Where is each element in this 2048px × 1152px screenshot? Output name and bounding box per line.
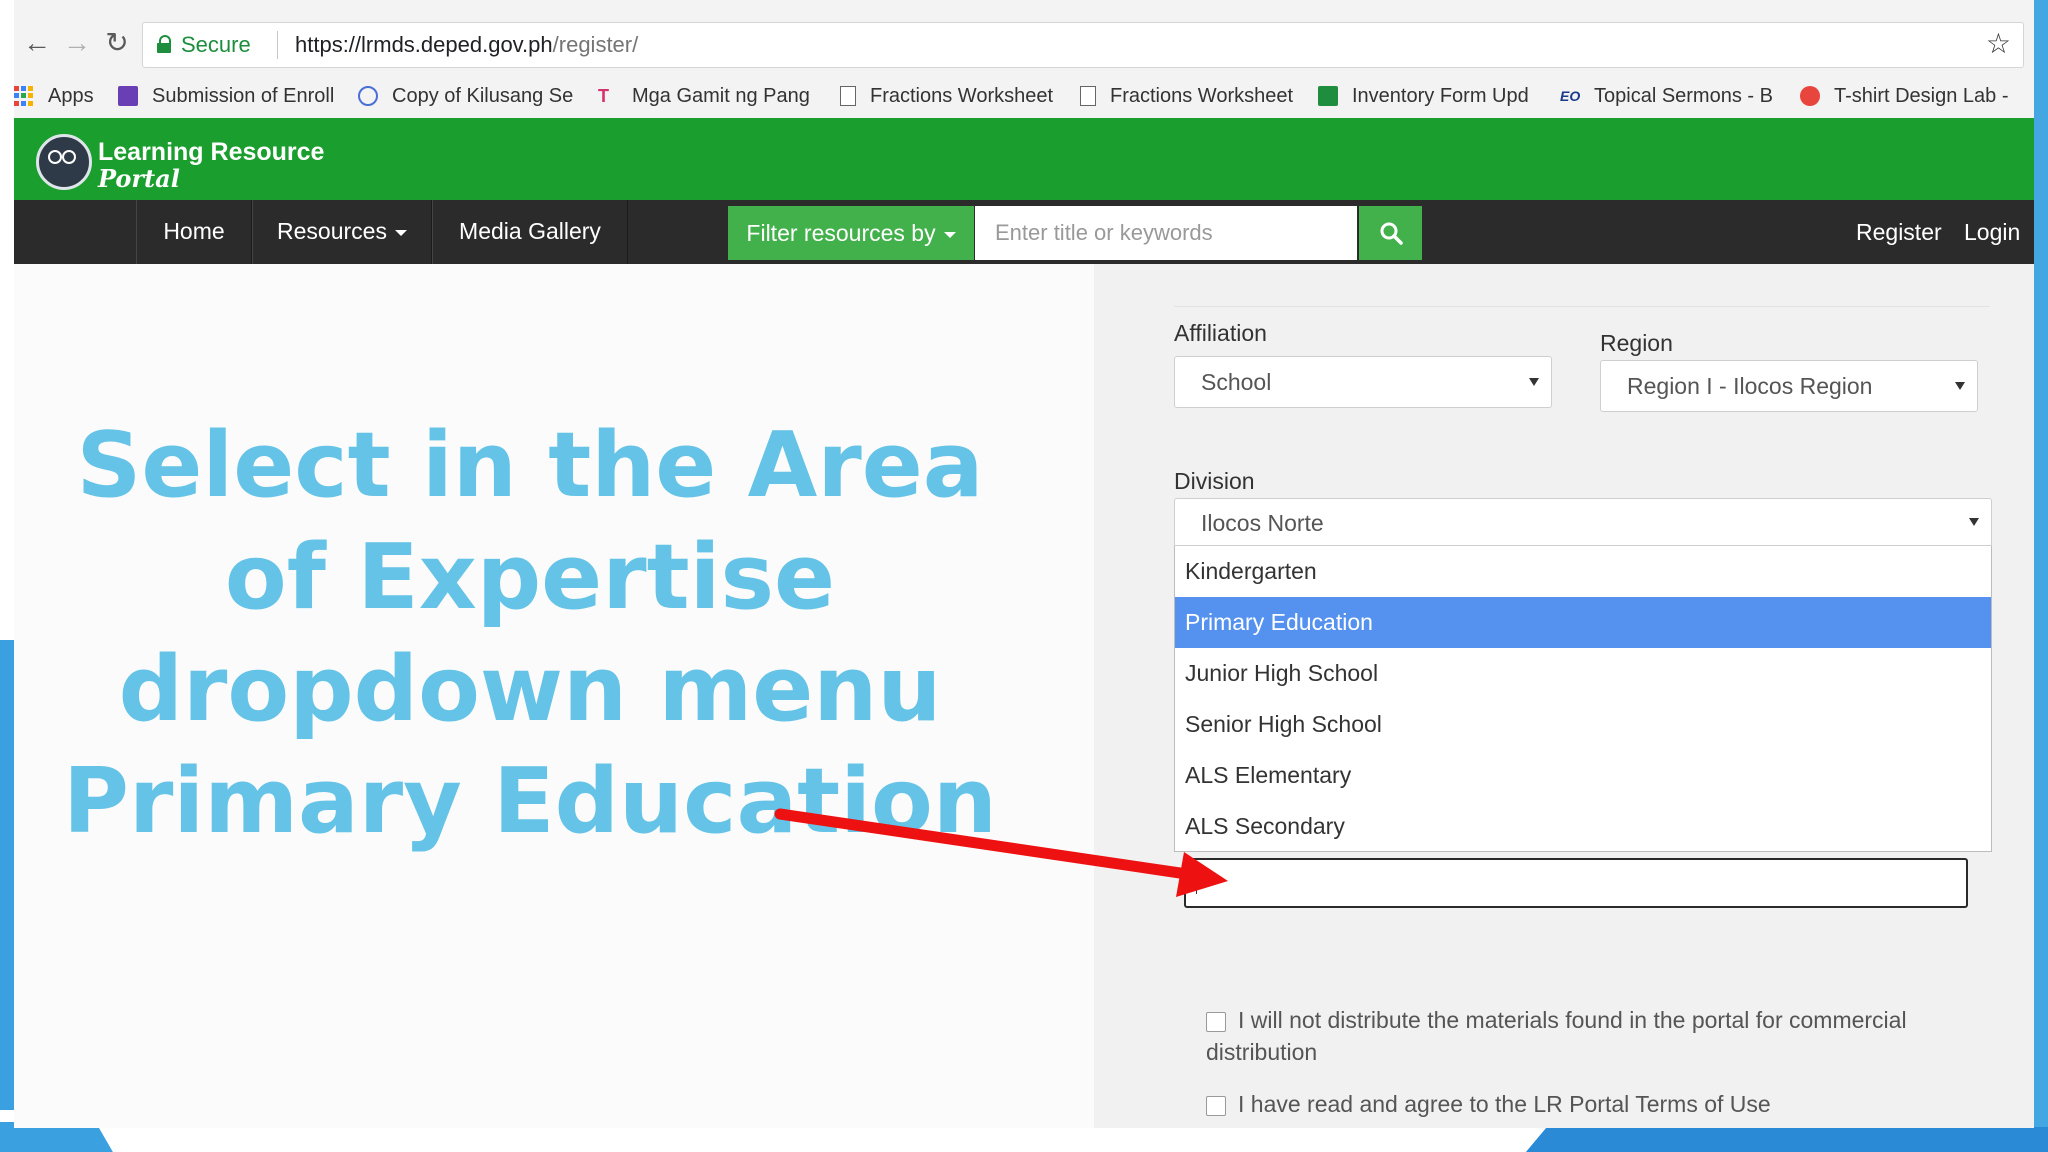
lock-icon — [157, 35, 171, 53]
omnibox-divider — [277, 31, 278, 59]
division-select[interactable]: Ilocos Norte — [1174, 498, 1992, 546]
bookmark-item[interactable]: EO Topical Sermons - B — [1560, 78, 1773, 114]
search-input[interactable] — [975, 206, 1357, 260]
filter-label: Filter resources by — [746, 220, 936, 246]
url-host: https://lrmds.deped.gov.ph — [295, 32, 553, 57]
eo-icon: EO — [1560, 88, 1581, 104]
bookmark-item[interactable]: T Mga Gamit ng Pang — [598, 78, 810, 114]
nav-resources[interactable]: Resources — [252, 200, 432, 264]
bookmark-label: Topical Sermons - B — [1594, 84, 1773, 107]
dropdown-option-als-secondary[interactable]: ALS Secondary — [1175, 801, 1991, 852]
affiliation-value: School — [1201, 369, 1272, 395]
bookmark-label: Mga Gamit ng Pang — [632, 84, 810, 107]
apps-grid-icon — [14, 86, 34, 106]
region-value: Region I - Ilocos Region — [1627, 373, 1873, 399]
nav-resources-label: Resources — [277, 218, 387, 244]
login-link[interactable]: Login — [1964, 200, 2020, 264]
address-bar[interactable]: Secure https://lrmds.deped.gov.ph/regist… — [142, 22, 2024, 68]
bookmark-item[interactable]: Fractions Worksheet — [840, 78, 1053, 114]
instruction-callout: Select in the Area of Expertise dropdown… — [63, 413, 997, 854]
page-icon — [840, 86, 856, 106]
nav-media-gallery-label: Media Gallery — [459, 218, 601, 244]
dropdown-search-field[interactable] — [1184, 858, 1968, 908]
terms-of-use-checkbox[interactable] — [1206, 1096, 1226, 1116]
dropdown-option-senior-high-school[interactable]: Senior High School — [1175, 699, 1991, 750]
terms-of-use-text: I have read and agree to the LR Portal T… — [1238, 1091, 1771, 1117]
bookmark-star-icon[interactable]: ☆ — [1986, 27, 2011, 60]
text-cursor — [1196, 874, 1197, 894]
caret-down-icon — [943, 231, 956, 238]
page-icon — [1080, 86, 1096, 106]
affiliation-select[interactable]: School — [1174, 356, 1552, 408]
division-label: Division — [1174, 468, 1255, 494]
secure-label: Secure — [181, 32, 251, 57]
site-header: Learning Resource Portal — [14, 118, 2034, 200]
search-button[interactable] — [1359, 206, 1422, 260]
search-icon — [1380, 222, 1403, 245]
region-label: Region — [1600, 330, 1673, 356]
nav-media-gallery[interactable]: Media Gallery — [432, 200, 628, 264]
dropdown-option-junior-high-school[interactable]: Junior High School — [1175, 648, 1991, 699]
bookmark-label: Fractions Worksheet — [870, 84, 1054, 107]
nav-home[interactable]: Home — [136, 200, 252, 264]
dropdown-option-kindergarten[interactable]: Kindergarten — [1175, 546, 1991, 597]
slide-frame: ← → ↻ Secure https://lrmds.deped.gov.ph/… — [0, 0, 2048, 1152]
glasses-icon — [48, 148, 76, 168]
nav-home-label: Home — [163, 218, 225, 244]
bookmark-item[interactable]: Inventory Form Upd — [1318, 78, 1529, 114]
commercial-distribution-text: I will not distribute the materials foun… — [1206, 1007, 1907, 1065]
main-navigation: Home Resources Media Gallery Filter reso… — [14, 200, 2034, 264]
form-divider — [1174, 306, 1990, 307]
reload-icon[interactable]: ↻ — [102, 28, 132, 58]
sheets-icon — [1318, 86, 1338, 106]
slide-decoration — [1509, 1127, 2048, 1152]
caret-down-icon — [394, 229, 407, 236]
division-value: Ilocos Norte — [1201, 510, 1324, 536]
forms-icon — [118, 86, 138, 106]
bookmark-label: Copy of Kilusang Se — [392, 84, 574, 107]
bookmark-apps[interactable]: Apps — [14, 78, 94, 114]
bookmark-label: Apps — [48, 84, 94, 107]
bookmark-item[interactable]: Fractions Worksheet — [1080, 78, 1293, 114]
register-link[interactable]: Register — [1856, 200, 1942, 264]
select-caret-icon — [1955, 382, 1965, 390]
bookmark-item[interactable]: Copy of Kilusang Se — [358, 78, 573, 114]
region-select[interactable]: Region I - Ilocos Region — [1600, 360, 1978, 412]
bookmark-label: Fractions Worksheet — [1110, 84, 1294, 107]
dropdown-option-als-elementary[interactable]: ALS Elementary — [1175, 750, 1991, 801]
bookmark-item[interactable]: T-shirt Design Lab - — [1800, 78, 2009, 114]
filter-resources-button[interactable]: Filter resources by — [728, 206, 974, 260]
tl-icon: T — [598, 86, 609, 106]
url-text[interactable]: https://lrmds.deped.gov.ph/register/ — [295, 32, 638, 58]
bookmark-label: T-shirt Design Lab - — [1834, 84, 2009, 107]
bookmark-label: Submission of Enroll — [152, 84, 335, 107]
select-caret-icon — [1969, 518, 1979, 526]
dropdown-option-primary-education[interactable]: Primary Education — [1175, 597, 1991, 648]
affiliation-label: Affiliation — [1174, 320, 1267, 346]
bookmark-label: Inventory Form Upd — [1352, 84, 1529, 107]
browser-toolbar: ← → ↻ Secure https://lrmds.deped.gov.ph/… — [14, 0, 2034, 118]
bookmark-item[interactable]: Submission of Enroll — [118, 78, 334, 114]
forward-arrow-icon[interactable]: → — [62, 28, 92, 58]
url-path: /register/ — [552, 32, 639, 57]
select-caret-icon — [1529, 378, 1539, 386]
logo-title[interactable]: Learning Resource — [98, 138, 324, 167]
logo-subtitle[interactable]: Portal — [98, 164, 180, 193]
slide-decoration — [2032, 0, 2048, 1152]
area-of-expertise-dropdown: Kindergarten Primary Education Junior Hi… — [1174, 546, 1992, 852]
globe-icon — [358, 86, 378, 106]
back-arrow-icon[interactable]: ← — [22, 28, 52, 58]
gear-flower-icon — [1800, 86, 1820, 106]
bookmarks-bar: Apps Submission of Enroll Copy of Kilusa… — [14, 78, 2034, 114]
